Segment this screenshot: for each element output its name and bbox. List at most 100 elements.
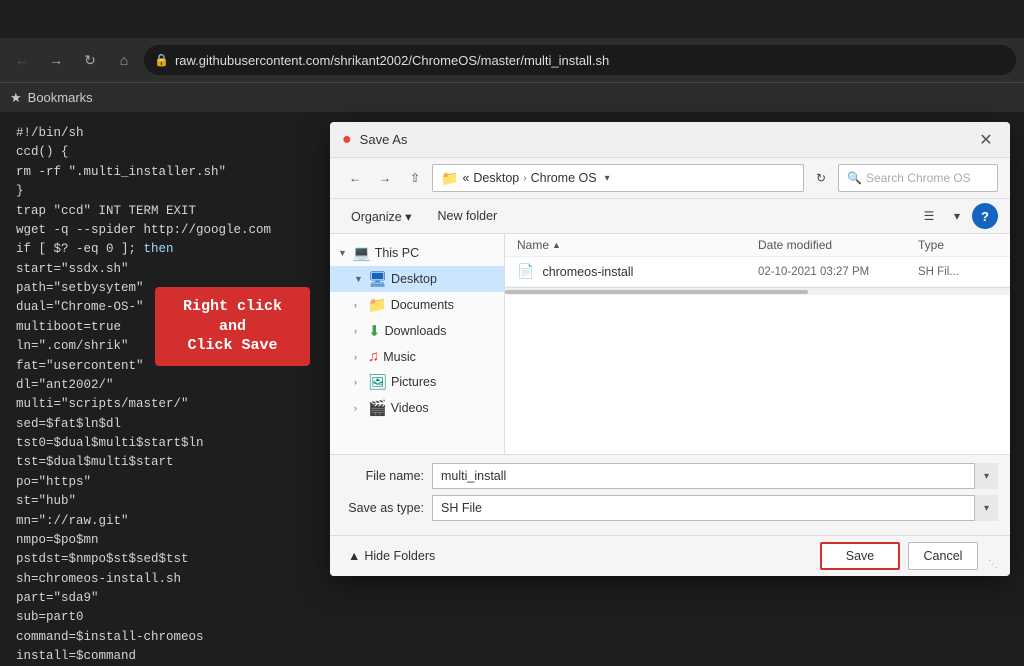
horizontal-scrollbar[interactable] (505, 287, 1010, 295)
dialog-body: ▼ 💻 This PC ▼ 🖥 Desktop › 📁 Documents (330, 234, 1010, 454)
col-date-header[interactable]: Date modified (758, 238, 918, 252)
search-placeholder: Search Chrome OS (866, 171, 971, 185)
tree-label-desktop: Desktop (391, 272, 437, 286)
nav-bar: ← → ↻ ⌂ 🔒 raw.githubusercontent.com/shri… (0, 38, 1024, 82)
documents-icon: 📁 (368, 296, 387, 314)
tree-item-desktop[interactable]: ▼ 🖥 Desktop (330, 266, 504, 292)
tree-label-music: Music (383, 350, 416, 364)
save-as-type-dropdown-arrow[interactable]: ▾ (974, 495, 998, 521)
search-icon: 🔍 (847, 171, 862, 185)
search-bar[interactable]: 🔍 Search Chrome OS (838, 164, 998, 192)
cancel-button[interactable]: Cancel (908, 542, 978, 570)
tree-item-this-pc[interactable]: ▼ 💻 This PC (330, 240, 504, 266)
file-name-input-wrap: ▾ (432, 463, 998, 489)
right-click-label: Right click andClick Save (155, 287, 310, 366)
sort-arrow-icon: ▲ (552, 240, 561, 250)
hide-folders-chevron-icon: ▲ (348, 549, 360, 563)
hide-folders-label: Hide Folders (364, 549, 435, 563)
back-button[interactable]: ← (8, 46, 36, 74)
bookmarks-label: Bookmarks (28, 90, 93, 105)
dialog-forward-button[interactable]: → (372, 165, 398, 191)
view-options: ☰ ▾ ? (916, 203, 998, 229)
save-button[interactable]: Save (820, 542, 900, 570)
pictures-icon: 🖼 (368, 373, 387, 391)
dialog-titlebar: ● Save As ✕ (330, 122, 1010, 158)
tree-label-downloads: Downloads (385, 324, 447, 338)
lock-icon: 🔒 (154, 53, 169, 67)
save-as-type-input-wrap: ▾ (432, 495, 998, 521)
save-as-dialog: ● Save As ✕ ← → ⇧ 📁 « Desktop › Chrome O… (330, 122, 1010, 576)
desktop-icon: 🖥 (368, 270, 387, 288)
forward-button[interactable]: → (42, 46, 70, 74)
home-button[interactable]: ⌂ (110, 46, 138, 74)
list-view-button[interactable]: ☰ (916, 203, 942, 229)
dialog-fields: File name: ▾ Save as type: ▾ (330, 454, 1010, 535)
col-date-label: Date modified (758, 238, 832, 252)
url-text: raw.githubusercontent.com/shrikant2002/C… (175, 53, 609, 68)
col-name-label: Name (517, 238, 549, 252)
dialog-overlay: ● Save As ✕ ← → ⇧ 📁 « Desktop › Chrome O… (320, 112, 1020, 666)
path-bar: 📁 « Desktop › Chrome OS ▾ (432, 164, 804, 192)
col-type-label: Type (918, 238, 944, 252)
save-as-type-label: Save as type: (342, 501, 432, 515)
path-dropdown-button[interactable]: ▾ (601, 173, 614, 184)
tree-item-downloads[interactable]: › ⬇ Downloads (330, 318, 504, 344)
organize-button[interactable]: Organize ▾ (342, 205, 420, 228)
tree-item-videos[interactable]: › 🎬 Videos (330, 395, 504, 421)
file-list-header: Name ▲ Date modified Type (505, 234, 1010, 257)
tree-label-documents: Documents (391, 298, 454, 312)
file-icon-chromeos: 📄 (517, 263, 534, 280)
tree-chevron-desktop: ▼ (354, 274, 364, 284)
tree-chevron-videos: › (354, 403, 364, 413)
videos-icon: 🎬 (368, 399, 387, 417)
resize-handle: ⋱ (988, 559, 998, 570)
file-list: Name ▲ Date modified Type 📄 chromeos-ins… (505, 234, 1010, 454)
star-icon: ★ (10, 90, 22, 106)
downloads-icon: ⬇ (368, 322, 381, 340)
file-type-chromeos: SH Fil... (918, 266, 998, 278)
path-chevron-1: › (523, 173, 526, 184)
hide-folders-button[interactable]: ▲ Hide Folders (342, 546, 441, 566)
path-separator: « (462, 171, 469, 185)
col-type-header[interactable]: Type (918, 238, 998, 252)
file-row-chromeos-install[interactable]: 📄 chromeos-install 02-10-2021 03:27 PM S… (505, 257, 1010, 287)
tree-item-documents[interactable]: › 📁 Documents (330, 292, 504, 318)
address-bar[interactable]: 🔒 raw.githubusercontent.com/shrikant2002… (144, 45, 1016, 75)
new-folder-button[interactable]: New folder (428, 205, 506, 227)
main-content: DROID THUNDER #!/bin/sh ccd() { rm -rf "… (0, 112, 1024, 666)
dialog-back-button[interactable]: ← (342, 165, 368, 191)
save-as-type-input[interactable] (432, 495, 998, 521)
dialog-toolbar: ← → ⇧ 📁 « Desktop › Chrome OS ▾ ↻ 🔍 Sear… (330, 158, 1010, 199)
tree-item-music[interactable]: › ♫ Music (330, 344, 504, 369)
file-name-row: File name: ▾ (342, 463, 998, 489)
tree-label-videos: Videos (391, 401, 429, 415)
reload-button[interactable]: ↻ (76, 46, 104, 74)
tree-item-pictures[interactable]: › 🖼 Pictures (330, 369, 504, 395)
details-view-button[interactable]: ▾ (944, 203, 970, 229)
file-name-dropdown-arrow[interactable]: ▾ (974, 463, 998, 489)
col-name-header[interactable]: Name ▲ (517, 238, 758, 252)
tree-chevron-documents: › (354, 300, 364, 310)
tab-bar (0, 0, 1024, 38)
tree-chevron-pictures: › (354, 377, 364, 387)
dialog-close-button[interactable]: ✕ (974, 128, 998, 152)
save-as-type-row: Save as type: ▾ (342, 495, 998, 521)
dialog-title: Save As (360, 132, 966, 147)
dialog-up-button[interactable]: ⇧ (402, 165, 428, 191)
tree-label-pictures: Pictures (391, 375, 436, 389)
pc-icon: 💻 (352, 244, 371, 262)
path-chromeos: Chrome OS (531, 171, 597, 185)
path-desktop: Desktop (473, 171, 519, 185)
file-name-label: File name: (342, 469, 432, 483)
file-date-chromeos: 02-10-2021 03:27 PM (758, 266, 910, 278)
tree-panel: ▼ 💻 This PC ▼ 🖥 Desktop › 📁 Documents (330, 234, 505, 454)
help-button[interactable]: ? (972, 203, 998, 229)
footer-actions: Save Cancel ⋱ (820, 542, 998, 570)
path-refresh-button[interactable]: ↻ (808, 165, 834, 191)
tree-chevron-pc: ▼ (338, 248, 348, 258)
tree-label-pc: This PC (375, 246, 419, 260)
music-icon: ♫ (368, 348, 379, 365)
dialog-footer: ▲ Hide Folders Save Cancel ⋱ (330, 535, 1010, 576)
file-name-input[interactable] (432, 463, 998, 489)
bookmarks-bar: ★ Bookmarks (0, 82, 1024, 112)
